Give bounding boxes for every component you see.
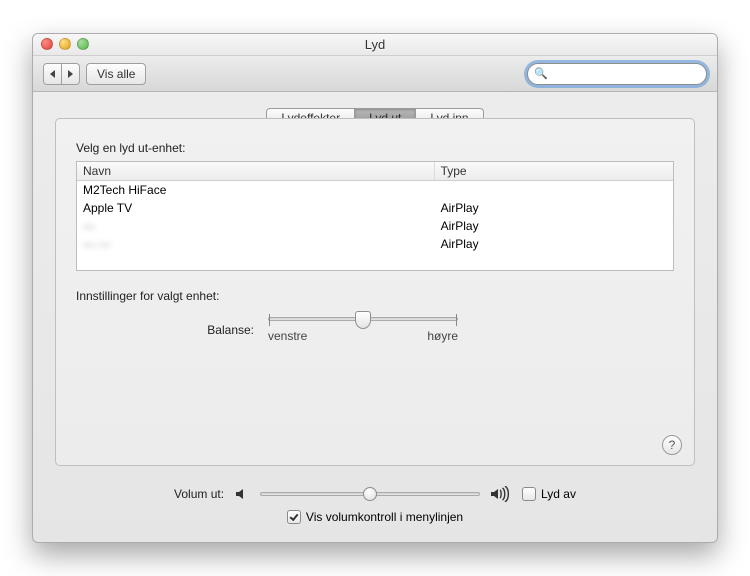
balance-row: Balanse: venstre høyre xyxy=(196,317,674,343)
device-type xyxy=(435,188,673,192)
chevron-left-icon xyxy=(50,70,55,78)
traffic-lights xyxy=(41,38,89,50)
column-header-type[interactable]: Type xyxy=(435,162,673,180)
balance-track xyxy=(268,317,458,321)
volume-label: Volum ut: xyxy=(174,487,224,501)
balance-slider[interactable]: venstre høyre xyxy=(268,317,458,343)
mute-label: Lyd av xyxy=(541,487,576,501)
zoom-icon[interactable] xyxy=(77,38,89,50)
forward-button[interactable] xyxy=(62,63,80,85)
table-row[interactable]: M2Tech HiFace xyxy=(77,181,673,199)
balance-thumb[interactable] xyxy=(355,311,371,329)
choose-device-label: Velg en lyd ut-enhet: xyxy=(76,141,674,155)
titlebar: Lyd xyxy=(33,34,717,56)
speaker-min-icon xyxy=(234,486,250,502)
sound-preferences-window: Lyd Vis alle 🔍 Lydeffekter Lyd ut Lyd in… xyxy=(32,33,718,543)
table-row[interactable]: Apple TV AirPlay xyxy=(77,199,673,217)
device-type: AirPlay xyxy=(435,217,673,235)
back-button[interactable] xyxy=(43,63,62,85)
volume-thumb[interactable] xyxy=(363,487,377,501)
window-title: Lyd xyxy=(365,37,385,52)
device-type: AirPlay xyxy=(435,235,673,253)
checkbox-box xyxy=(287,510,301,524)
balance-label: Balanse: xyxy=(196,323,254,337)
balance-right-label: høyre xyxy=(427,329,458,343)
mute-checkbox[interactable]: Lyd av xyxy=(522,487,576,501)
balance-left-label: venstre xyxy=(268,329,307,343)
search-field[interactable]: 🔍 xyxy=(527,63,707,85)
table-header: Navn Type xyxy=(77,162,673,181)
volume-slider[interactable] xyxy=(260,492,480,496)
footer-row-2: Vis volumkontroll i menylinjen xyxy=(55,510,695,524)
device-name: M2Tech HiFace xyxy=(77,181,435,199)
show-volume-menubar-checkbox[interactable]: Vis volumkontroll i menylinjen xyxy=(287,510,463,524)
device-type: AirPlay xyxy=(435,199,673,217)
search-input[interactable] xyxy=(552,67,700,81)
device-name: Apple TV xyxy=(77,199,435,217)
chevron-right-icon xyxy=(68,70,73,78)
column-header-name[interactable]: Navn xyxy=(77,162,435,180)
device-table[interactable]: Navn Type M2Tech HiFace Apple TV AirPlay… xyxy=(76,161,674,271)
checkmark-icon xyxy=(289,511,298,520)
search-icon: 🔍 xyxy=(534,67,548,80)
table-row[interactable]: — — AirPlay xyxy=(77,235,673,253)
body: Lydeffekter Lyd ut Lyd inn Velg en lyd u… xyxy=(33,92,717,476)
nav-buttons xyxy=(43,63,80,85)
balance-endpoint-labels: venstre høyre xyxy=(268,329,458,343)
show-all-button[interactable]: Vis alle xyxy=(86,63,146,85)
toolbar: Vis alle 🔍 xyxy=(33,56,717,92)
help-icon: ? xyxy=(669,438,676,452)
speaker-max-icon xyxy=(490,486,512,502)
table-body: M2Tech HiFace Apple TV AirPlay — AirPlay… xyxy=(77,181,673,253)
show-volume-menubar-label: Vis volumkontroll i menylinjen xyxy=(306,510,463,524)
output-pane: Velg en lyd ut-enhet: Navn Type M2Tech H… xyxy=(55,118,695,466)
footer: Volum ut: Lyd av Vis volumkontroll i men… xyxy=(33,476,717,542)
settings-for-device-label: Innstillinger for valgt enhet: xyxy=(76,289,674,303)
show-all-label: Vis alle xyxy=(97,67,135,81)
close-icon[interactable] xyxy=(41,38,53,50)
device-name: — — xyxy=(77,235,435,253)
volume-track xyxy=(260,492,480,496)
volume-row: Volum ut: Lyd av xyxy=(55,486,695,502)
checkbox-box xyxy=(522,487,536,501)
device-name: — xyxy=(77,217,435,235)
help-button[interactable]: ? xyxy=(662,435,682,455)
table-row[interactable]: — AirPlay xyxy=(77,217,673,235)
minimize-icon[interactable] xyxy=(59,38,71,50)
